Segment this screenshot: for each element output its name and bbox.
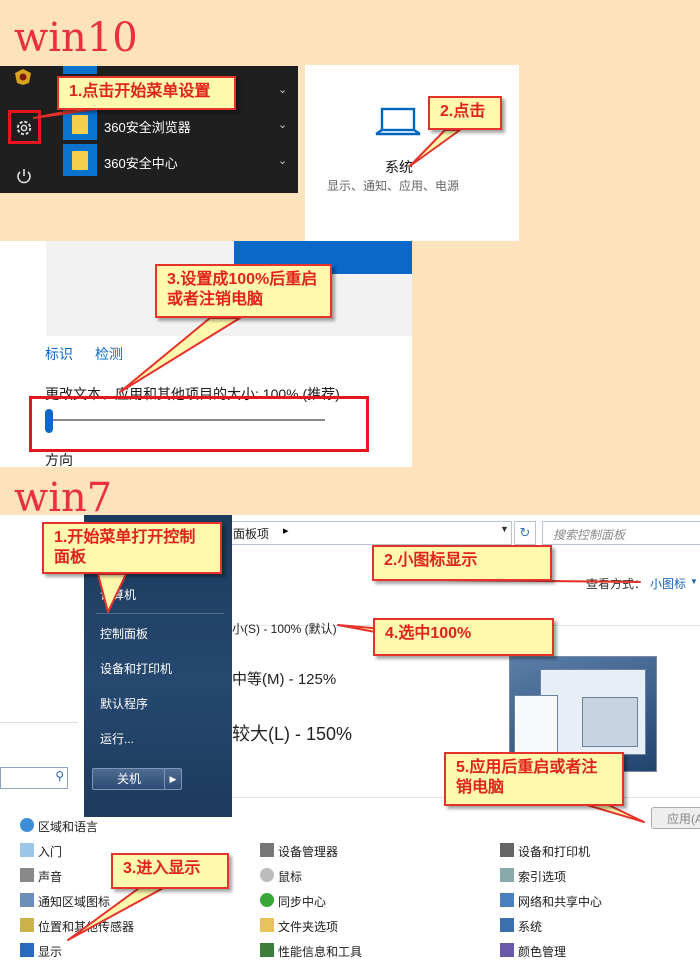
identify-link[interactable]: 标识: [45, 344, 73, 364]
app-logo-icon: [15, 69, 31, 85]
menu-item-security[interactable]: 360安全中心: [104, 153, 178, 172]
shutdown-label: 关机: [116, 772, 141, 786]
chevron-down-icon: ⌄: [278, 84, 288, 96]
gear-highlight-box: [8, 110, 41, 144]
chevron-down-icon: ⌄: [278, 155, 288, 167]
notification-area-icon: [20, 893, 34, 907]
cp-item-location-sensors[interactable]: 位置和其他传感器: [38, 918, 134, 935]
callout-win7-step4: 4.选中100%: [373, 618, 554, 656]
detect-link[interactable]: 检测: [95, 344, 123, 364]
view-by-label: 查看方式：: [586, 577, 647, 591]
display-icon: [20, 943, 34, 957]
callout-win7-step3: 3.进入显示: [111, 853, 229, 889]
size-option-medium[interactable]: 中等(M) - 125%: [232, 668, 336, 689]
cp-item-system[interactable]: 系统: [518, 918, 542, 935]
start-item-computer[interactable]: 计算机: [100, 586, 136, 603]
settings-system-card[interactable]: 系统 显示、通知、应用、电源: [305, 65, 519, 241]
address-text: 面板项: [233, 527, 270, 541]
win10-title: win10: [14, 15, 138, 61]
cp-item-folder-options[interactable]: 文件夹选项: [278, 918, 338, 935]
location-sensors-icon: [20, 918, 34, 932]
start-search-field[interactable]: ⚲: [0, 767, 68, 789]
folder-icon: [72, 151, 88, 170]
tile-partial: [63, 66, 97, 74]
callout-win7-step2: 2.小图标显示: [372, 545, 552, 581]
system-icon: [500, 918, 514, 932]
breadcrumb-arrow-icon: ▸: [283, 525, 289, 537]
view-by-dropdown[interactable]: 小图标: [650, 575, 686, 592]
region-language-icon: [20, 818, 34, 832]
getting-started-icon: [20, 843, 34, 857]
system-sublabel: 显示、通知、应用、电源: [327, 179, 460, 193]
cp-item-notification-icons[interactable]: 通知区域图标: [38, 893, 110, 910]
dropdown-arrow-icon[interactable]: ▼: [500, 524, 509, 534]
slider-highlight-box: [29, 396, 369, 452]
start-item-devices-printers[interactable]: 设备和打印机: [100, 660, 172, 677]
search-placeholder: 搜索控制面板: [553, 528, 626, 542]
chevron-down-icon[interactable]: ▼: [690, 577, 698, 586]
cp-item-device-manager[interactable]: 设备管理器: [278, 843, 338, 860]
win7-title: win7: [14, 475, 113, 521]
folder-icon: [72, 115, 88, 134]
mouse-icon: [260, 868, 274, 882]
cp-item-sound[interactable]: 声音: [38, 868, 62, 885]
index-options-icon: [500, 868, 514, 882]
chevron-down-icon: ⌄: [278, 119, 288, 131]
callout-win10-step1: 1.点击开始菜单设置: [57, 76, 236, 110]
callout-win7-step1: 1.开始菜单打开控制面板: [42, 522, 222, 574]
size-option-large[interactable]: 较大(L) - 150%: [232, 720, 352, 746]
cp-item-getting-started[interactable]: 入门: [38, 843, 62, 860]
search-icon[interactable]: ⚲: [55, 769, 64, 783]
apply-button[interactable]: 应用(A): [651, 807, 700, 829]
power-icon[interactable]: [15, 167, 33, 185]
refresh-icon[interactable]: ↻: [514, 521, 536, 545]
performance-icon: [260, 943, 274, 957]
cp-item-color-management[interactable]: 颜色管理: [518, 943, 566, 960]
address-bar[interactable]: 面板项 ▸: [230, 521, 512, 545]
device-manager-icon: [260, 843, 274, 857]
cp-item-network-sharing[interactable]: 网络和共享中心: [518, 893, 602, 910]
color-management-icon: [500, 943, 514, 957]
cp-item-mouse[interactable]: 鼠标: [278, 868, 302, 885]
speaker-icon: [20, 868, 34, 882]
browser-tile[interactable]: [63, 108, 97, 140]
laptop-icon: [375, 107, 421, 137]
cp-item-index-options[interactable]: 索引选项: [518, 868, 566, 885]
start-item-run[interactable]: 运行...: [100, 730, 134, 747]
cp-item-sync-center[interactable]: 同步中心: [278, 893, 326, 910]
start-item-default-programs[interactable]: 默认程序: [100, 695, 148, 712]
callout-win10-step2: 2.点击: [428, 96, 502, 130]
orientation-label: 方向: [45, 452, 73, 468]
security-tile[interactable]: [63, 144, 97, 176]
size-option-small[interactable]: 小(S) - 100% (默认): [232, 620, 337, 637]
cp-item-region[interactable]: 区域和语言: [38, 818, 98, 835]
callout-win10-step3: 3.设置成100%后重启或者注销电脑: [155, 264, 332, 318]
search-field[interactable]: 搜索控制面板: [542, 521, 700, 545]
start-item-control-panel[interactable]: 控制面板: [100, 625, 148, 642]
sync-center-icon: [260, 893, 274, 907]
printer-icon: [500, 843, 514, 857]
system-label: 系统: [385, 159, 413, 175]
callout-win7-step5: 5.应用后重启或者注销电脑: [444, 752, 624, 806]
cp-item-devices-printers[interactable]: 设备和打印机: [518, 843, 590, 860]
menu-item-browser[interactable]: 360安全浏览器: [104, 117, 191, 136]
cp-item-display[interactable]: 显示: [38, 943, 62, 960]
divider: [0, 722, 78, 723]
shutdown-options-arrow-icon[interactable]: ▶: [164, 768, 182, 790]
shutdown-button[interactable]: 关机: [92, 768, 166, 790]
folder-options-icon: [260, 918, 274, 932]
divider: [96, 613, 224, 614]
network-icon: [500, 893, 514, 907]
cp-item-performance[interactable]: 性能信息和工具: [278, 943, 362, 960]
